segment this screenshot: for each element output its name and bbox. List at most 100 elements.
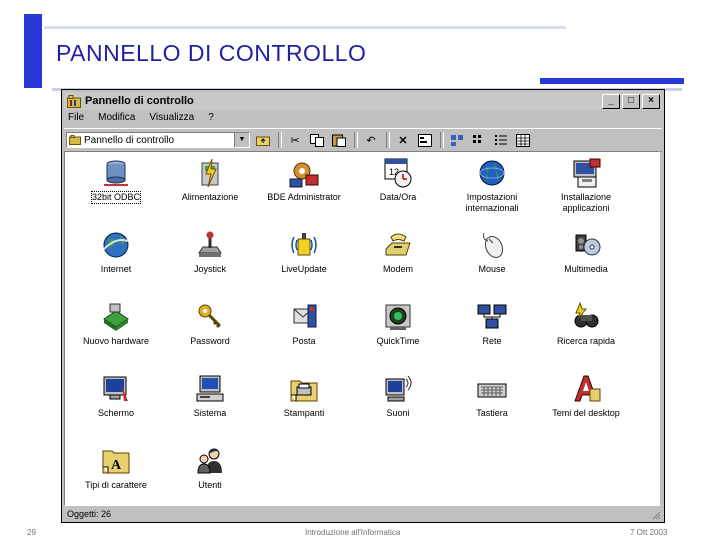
item-password[interactable]: Password xyxy=(164,301,256,361)
window-titlebar[interactable]: Pannello di controllo _ □ × xyxy=(64,92,662,110)
item-label: Utenti xyxy=(198,480,222,490)
item-label: Joystick xyxy=(193,264,226,274)
toolbar: Pannello di controllo ▼ ✂ ↶ ✕ xyxy=(64,128,662,152)
cut-icon[interactable]: ✂ xyxy=(286,132,304,149)
item-label: Suoni xyxy=(386,408,410,418)
calendar-clock-icon: 12 xyxy=(382,157,414,189)
item-label: Mouse xyxy=(478,264,506,274)
power-icon xyxy=(194,157,226,189)
internet-icon xyxy=(100,229,132,261)
paste-icon[interactable] xyxy=(330,132,348,149)
undo-icon[interactable]: ↶ xyxy=(362,132,380,149)
list-view-icon[interactable] xyxy=(492,132,510,149)
icon-view: 32bit ODBC Alimentazione BDE Administrat… xyxy=(64,151,660,506)
details-view-icon[interactable] xyxy=(514,132,532,149)
item-label: Multimedia xyxy=(564,264,608,274)
slide-date: 7 Ott 2003 xyxy=(630,528,668,537)
item-joystick[interactable]: Joystick xyxy=(164,229,256,289)
small-icons-view-icon[interactable] xyxy=(470,132,488,149)
printers-icon xyxy=(288,373,320,405)
item-quicktime[interactable]: QuickTime xyxy=(352,301,444,361)
item-label: Schermo xyxy=(97,408,134,418)
item-mouse[interactable]: Mouse xyxy=(446,229,538,289)
item-label: Internet xyxy=(100,264,132,274)
item-nuovo-hardware[interactable]: Nuovo hardware xyxy=(70,301,162,361)
slide-page-number: 29 xyxy=(27,528,36,537)
item-label: Installazione applicazioni xyxy=(560,192,612,213)
address-value: Pannello di controllo xyxy=(84,134,175,146)
minimize-button[interactable]: _ xyxy=(602,94,620,109)
control-panel-small-icon xyxy=(69,135,81,145)
sounds-icon xyxy=(382,373,414,405)
item-installazione-applicazioni[interactable]: Installazione applicazioni xyxy=(540,157,632,217)
item-label: Tipi di carattere xyxy=(85,480,147,490)
copy-icon[interactable] xyxy=(308,132,326,149)
menu-help[interactable]: ? xyxy=(206,111,216,127)
status-object-count: Oggetti: 26 xyxy=(67,509,112,519)
item-utenti[interactable]: Utenti xyxy=(164,445,256,505)
network-icon xyxy=(476,301,508,333)
toolbar-separator xyxy=(440,132,444,148)
maximize-button[interactable]: □ xyxy=(622,94,640,109)
delete-icon[interactable]: ✕ xyxy=(394,132,412,149)
menu-visualizza[interactable]: Visualizza xyxy=(147,111,196,127)
install-programs-icon xyxy=(570,157,602,189)
item-label: Posta xyxy=(292,336,316,346)
control-panel-icon xyxy=(67,94,81,108)
keyboard-icon xyxy=(476,373,508,405)
close-button[interactable]: × xyxy=(642,94,660,109)
item-tastiera[interactable]: Tastiera xyxy=(446,373,538,433)
liveupdate-icon xyxy=(288,229,320,261)
item-stampanti[interactable]: Stampanti xyxy=(258,373,350,433)
item-modem[interactable]: Modem xyxy=(352,229,444,289)
resize-grip-icon[interactable] xyxy=(651,510,661,520)
item-label: Alimentazione xyxy=(181,192,239,202)
toolbar-separator xyxy=(354,132,358,148)
item-rete[interactable]: Rete xyxy=(446,301,538,361)
menu-file[interactable]: File xyxy=(66,111,86,127)
odbc-icon xyxy=(100,157,132,189)
quicktime-icon xyxy=(382,301,414,333)
item-alimentazione[interactable]: Alimentazione xyxy=(164,157,256,217)
find-fast-icon xyxy=(570,301,602,333)
desktop-themes-icon xyxy=(570,373,602,405)
item-bde-administrator[interactable]: BDE Administrator xyxy=(258,157,350,217)
item-suoni[interactable]: Suoni xyxy=(352,373,444,433)
large-icons-view-icon[interactable] xyxy=(448,132,466,149)
item-posta[interactable]: Posta xyxy=(258,301,350,361)
slide-footer-text: Introduzione all'Informatica xyxy=(305,528,401,537)
password-keys-icon xyxy=(194,301,226,333)
menu-modifica[interactable]: Modifica xyxy=(96,111,137,127)
slide-title: PANNELLO DI CONTROLLO xyxy=(56,40,367,66)
item-label: Sistema xyxy=(193,408,227,418)
item-label: Rete xyxy=(482,336,502,346)
item-label: Tastiera xyxy=(476,408,508,418)
new-hardware-icon xyxy=(100,301,132,333)
item-label: LiveUpdate xyxy=(281,264,327,274)
item-liveupdate[interactable]: LiveUpdate xyxy=(258,229,350,289)
item-label: Password xyxy=(190,336,230,346)
item-label: Impostazioni internazionali xyxy=(465,192,519,213)
item-label: Ricerca rapida xyxy=(556,336,616,346)
modem-icon xyxy=(382,229,414,261)
item-data-ora[interactable]: 12 Data/Ora xyxy=(352,157,444,217)
item-multimedia[interactable]: Multimedia xyxy=(540,229,632,289)
item-ricerca-rapida[interactable]: Ricerca rapida xyxy=(540,301,632,361)
item-schermo[interactable]: Schermo xyxy=(70,373,162,433)
up-folder-icon[interactable] xyxy=(254,132,272,149)
item-temi-del-desktop[interactable]: Temi del desktop xyxy=(540,373,632,433)
item-impostazioni-internazionali[interactable]: Impostazioni internazionali xyxy=(446,157,538,217)
item-sistema[interactable]: Sistema xyxy=(164,373,256,433)
display-icon xyxy=(100,373,132,405)
properties-icon[interactable] xyxy=(416,132,434,149)
fonts-folder-icon: A xyxy=(100,445,132,477)
item-32bit-odbc[interactable]: 32bit ODBC xyxy=(70,157,162,217)
address-combo[interactable]: Pannello di controllo ▼ xyxy=(66,132,250,148)
item-label: Nuovo hardware xyxy=(82,336,150,346)
chevron-down-icon[interactable]: ▼ xyxy=(234,133,249,147)
item-internet[interactable]: Internet xyxy=(70,229,162,289)
item-tipi-di-carattere[interactable]: A Tipi di carattere xyxy=(70,445,162,505)
system-computer-icon xyxy=(194,373,226,405)
item-label: Temi del desktop xyxy=(552,408,620,418)
item-label: BDE Administrator xyxy=(267,192,341,202)
